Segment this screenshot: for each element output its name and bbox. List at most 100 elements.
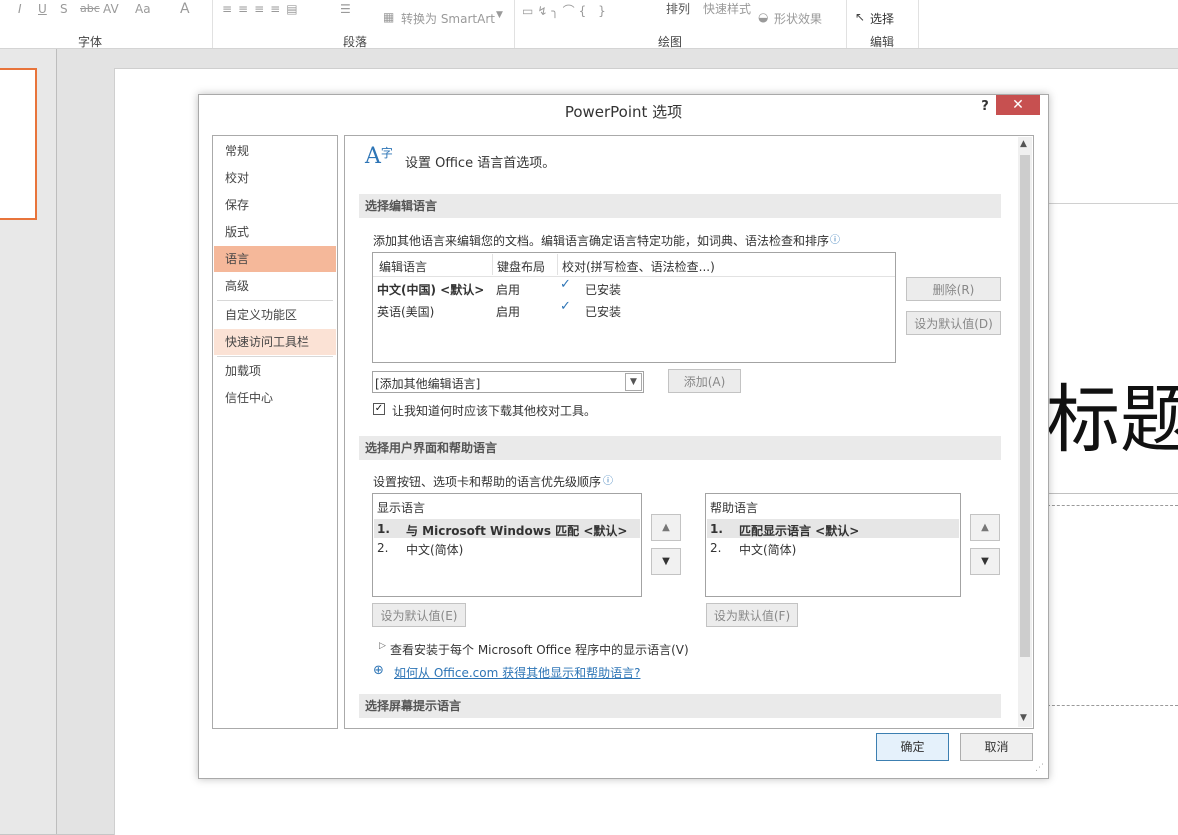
columns-icon[interactable]: ☰ <box>340 2 351 16</box>
nav-separator <box>217 300 333 301</box>
slide-title-text[interactable]: 标题 <box>1046 376 1178 465</box>
placeholder-border <box>1047 505 1178 506</box>
display-language-list[interactable]: 显示语言 1. 与 Microsoft Windows 匹配 <默认> 2. 中… <box>372 493 642 597</box>
select-button[interactable]: 选择 <box>870 10 894 27</box>
arrange-button[interactable]: 排列 <box>666 0 690 17</box>
table-row-language[interactable]: 英语(美国) <box>377 303 434 320</box>
shapes-gallery[interactable]: ▭↯╮⌒{ } <box>522 2 610 19</box>
shape-effects-button[interactable]: 形状效果 <box>774 10 822 27</box>
content-scrollbar[interactable]: ▲ ▼ <box>1018 137 1032 727</box>
table-row-language[interactable]: 中文(中国) <默认> <box>377 281 484 298</box>
underline-button[interactable]: U <box>38 2 47 16</box>
group-label-paragraph: 段落 <box>343 35 368 49</box>
table-row-keyboard: 启用 <box>496 305 521 319</box>
list-item-number: 1. <box>710 522 723 536</box>
resize-grip-icon[interactable]: ⋰ <box>1035 763 1044 773</box>
section-screentip-language: 选择屏幕提示语言 <box>359 694 1001 718</box>
list-item[interactable]: 与 Microsoft Windows 匹配 <默认> <box>406 522 627 539</box>
column-header: 编辑语言 <box>379 260 428 274</box>
quick-styles-button[interactable]: 快速样式 <box>703 0 751 17</box>
scrollbar-thumb[interactable] <box>1020 155 1030 657</box>
add-language-button[interactable]: 添加(A) <box>668 369 741 393</box>
ui-lang-description: 设置按钮、选项卡和帮助的语言优先级顺序 <box>373 475 602 489</box>
convert-smartart-button[interactable]: 转换为 SmartArt <box>401 10 495 27</box>
nav-item-customize-ribbon[interactable]: 自定义功能区 <box>214 302 336 328</box>
placeholder-border <box>1047 705 1178 706</box>
notify-checkbox-label: 让我知道何时应该下载其他校对工具。 <box>392 404 597 418</box>
proofing-check-icon: ✓ <box>560 277 571 292</box>
group-separator <box>514 0 515 48</box>
placeholder-border <box>1047 493 1178 494</box>
column-divider <box>492 254 493 275</box>
editing-languages-table[interactable]: 编辑语言 键盘布局 校对(拼写检查、语法检查...) 中文(中国) <默认> 启… <box>372 252 896 363</box>
ok-button[interactable]: 确定 <box>876 733 949 761</box>
office-com-link[interactable]: 如何从 Office.com 获得其他显示和帮助语言? <box>394 664 640 681</box>
page-header-text: 设置 Office 语言首选项。 <box>405 156 556 171</box>
font-color-button[interactable]: A <box>180 1 190 17</box>
options-nav: 常规 校对 保存 版式 语言 高级 自定义功能区 快速访问工具栏 加载项 信任中… <box>212 135 338 729</box>
cursor-arrow-icon: ↖ <box>855 10 866 24</box>
nav-separator <box>217 356 333 357</box>
expand-triangle-icon[interactable]: ▷ <box>379 641 386 651</box>
scroll-down-icon[interactable]: ▼ <box>1020 713 1027 723</box>
help-language-list[interactable]: 帮助语言 1. 匹配显示语言 <默认> 2. 中文(简体) <box>705 493 961 597</box>
move-down-button[interactable]: ▼ <box>970 548 1000 575</box>
notify-checkbox[interactable]: ✓ <box>373 403 385 415</box>
close-button[interactable]: ✕ <box>996 95 1040 115</box>
list-item-number: 2. <box>377 541 389 555</box>
dialog-title: PowerPoint 选项 <box>564 103 683 121</box>
slide-thumbnail[interactable] <box>0 68 37 220</box>
nav-item-trust-center[interactable]: 信任中心 <box>214 385 336 411</box>
shadow-button[interactable]: S <box>60 2 68 16</box>
nav-item-advanced[interactable]: 高级 <box>214 273 336 299</box>
info-icon[interactable]: ⓘ <box>603 472 613 487</box>
add-language-select-value: [添加其他编辑语言] <box>375 377 481 391</box>
placeholder-border <box>1047 203 1178 204</box>
align-icons[interactable]: ≡≡≡≡▤ <box>222 2 304 16</box>
move-up-button[interactable]: ▲ <box>970 514 1000 541</box>
globe-link-icon: ⊕ <box>373 663 384 678</box>
ribbon: I U S abc AV Aa A ≡≡≡≡▤ ☰ ▦ 转换为 SmartArt… <box>0 0 1178 49</box>
list-item[interactable]: 中文(简体) <box>739 541 796 558</box>
table-row-proofing: 已安装 <box>585 283 622 297</box>
column-divider <box>557 254 558 275</box>
nav-item-language[interactable]: 语言 <box>214 246 336 272</box>
list-item[interactable]: 匹配显示语言 <默认> <box>739 522 859 539</box>
table-row-keyboard: 启用 <box>496 283 521 297</box>
move-down-button[interactable]: ▼ <box>651 548 681 575</box>
move-up-button[interactable]: ▲ <box>651 514 681 541</box>
set-default-help-button[interactable]: 设为默认值(F) <box>706 603 798 627</box>
nav-item-add-ins[interactable]: 加载项 <box>214 358 336 384</box>
char-spacing-button[interactable]: AV <box>103 2 119 16</box>
list-item[interactable]: 中文(简体) <box>406 541 463 558</box>
section-editing-languages: 选择编辑语言 <box>359 194 1001 218</box>
nav-item-proofing[interactable]: 校对 <box>214 165 336 191</box>
options-dialog: PowerPoint 选项 ? ✕ 常规 校对 保存 版式 语言 高级 自定义功… <box>198 94 1049 779</box>
strikethrough-button[interactable]: abc <box>80 2 100 15</box>
list-header: 显示语言 <box>377 501 426 515</box>
nav-item-quick-access-toolbar[interactable]: 快速访问工具栏 <box>214 329 336 355</box>
nav-item-general[interactable]: 常规 <box>214 138 336 164</box>
cancel-button[interactable]: 取消 <box>960 733 1033 761</box>
info-icon[interactable]: ⓘ <box>830 231 840 246</box>
set-default-editing-button[interactable]: 设为默认值(D) <box>906 311 1001 335</box>
group-separator <box>212 0 213 48</box>
language-icon: A字 <box>365 144 393 169</box>
change-case-button[interactable]: Aa <box>135 2 151 16</box>
italic-button[interactable]: I <box>18 2 22 16</box>
scroll-up-icon[interactable]: ▲ <box>1020 139 1027 149</box>
list-item-number: 1. <box>377 522 390 536</box>
view-installed-languages[interactable]: 查看安装于每个 Microsoft Office 程序中的显示语言(V) <box>390 641 689 658</box>
add-language-select[interactable]: [添加其他编辑语言] ▼ <box>372 371 644 393</box>
delete-button[interactable]: 删除(R) <box>906 277 1001 301</box>
chevron-down-icon[interactable]: ▼ <box>625 373 642 391</box>
options-content: A字 设置 Office 语言首选项。 选择编辑语言 添加其他语言来编辑您的文档… <box>344 135 1034 729</box>
set-default-display-button[interactable]: 设为默认值(E) <box>372 603 466 627</box>
section-ui-help-languages: 选择用户界面和帮助语言 <box>359 436 1001 460</box>
help-button[interactable]: ? <box>975 97 995 117</box>
nav-item-save[interactable]: 保存 <box>214 192 336 218</box>
group-separator <box>846 0 847 48</box>
list-header: 帮助语言 <box>710 501 759 515</box>
nav-item-layout[interactable]: 版式 <box>214 219 336 245</box>
table-row-proofing: 已安装 <box>585 305 622 319</box>
